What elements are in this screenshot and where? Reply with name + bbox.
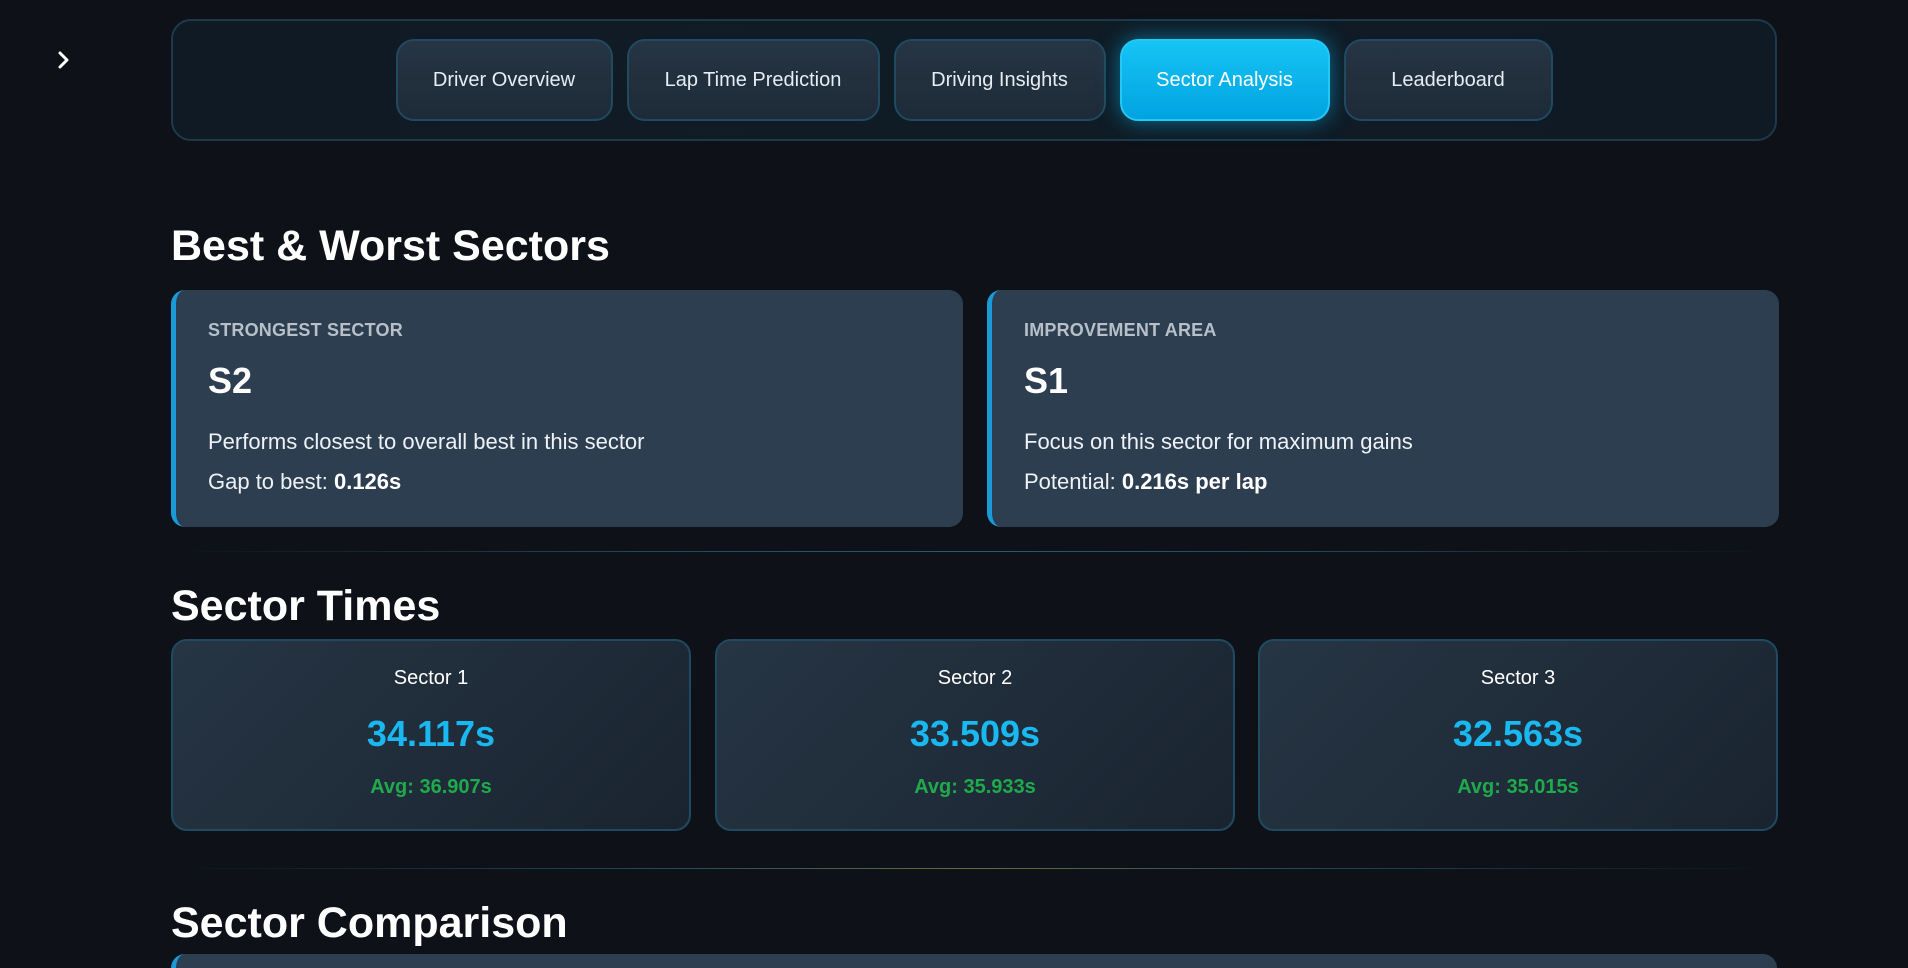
tab-bar: Driver Overview Lap Time Prediction Driv… (171, 19, 1777, 141)
sector-comparison-heading: Sector Comparison (171, 899, 568, 947)
potential-value: 0.216s per lap (1121, 469, 1268, 494)
sector-time: 32.563s (1452, 713, 1584, 754)
strongest-sector-value: S2 (208, 360, 253, 401)
tab-driving-insights[interactable]: Driving Insights (893, 39, 1106, 121)
improvement-area-value: S1 (1024, 360, 1069, 401)
strongest-sector-gap: Gap to best: 0.126s (208, 469, 963, 495)
sector-avg: Avg: 35.933s (914, 776, 1036, 798)
sector-comparison-card (171, 954, 1777, 968)
strongest-sector-label: STRONGEST SECTOR (208, 320, 403, 340)
sector-name: Sector 3 (1480, 667, 1556, 689)
improvement-area-potential: Potential: 0.216s per lap (1024, 469, 1779, 495)
sector-avg: Avg: 35.015s (1457, 776, 1579, 798)
sector-2-card: Sector 2 33.509s Avg: 35.933s (715, 639, 1235, 831)
sector-name: Sector 2 (937, 667, 1013, 689)
tab-driver-overview[interactable]: Driver Overview (395, 39, 613, 121)
improvement-area-label: IMPROVEMENT AREA (1024, 320, 1217, 340)
section-divider (171, 551, 1777, 552)
sector-time: 33.509s (909, 713, 1041, 754)
gap-value: 0.126s (333, 469, 402, 494)
strongest-sector-description: Performs closest to overall best in this… (208, 429, 645, 454)
strongest-sector-card: STRONGEST SECTOR S2 Performs closest to … (171, 290, 963, 527)
sector-times-heading: Sector Times (171, 582, 441, 630)
tab-leaderboard[interactable]: Leaderboard (1343, 39, 1553, 121)
section-divider (171, 868, 1777, 869)
sector-time: 34.117s (366, 713, 496, 754)
sector-1-card: Sector 1 34.117s Avg: 36.907s (171, 639, 691, 831)
tab-sector-analysis[interactable]: Sector Analysis (1119, 39, 1330, 121)
sector-name: Sector 1 (393, 667, 469, 689)
sector-avg: Avg: 36.907s (370, 776, 492, 798)
best-worst-sectors-heading: Best & Worst Sectors (171, 222, 610, 270)
improvement-area-description: Focus on this sector for maximum gains (1024, 429, 1413, 454)
gap-label: Gap to best: (208, 469, 334, 494)
potential-label: Potential: (1024, 469, 1122, 494)
sector-3-card: Sector 3 32.563s Avg: 35.015s (1258, 639, 1778, 831)
tab-lap-time-prediction[interactable]: Lap Time Prediction (626, 39, 880, 121)
improvement-area-card: IMPROVEMENT AREA S1 Focus on this sector… (987, 290, 1779, 527)
sidebar-expand-button[interactable] (50, 46, 78, 74)
chevron-right-icon (58, 51, 69, 69)
